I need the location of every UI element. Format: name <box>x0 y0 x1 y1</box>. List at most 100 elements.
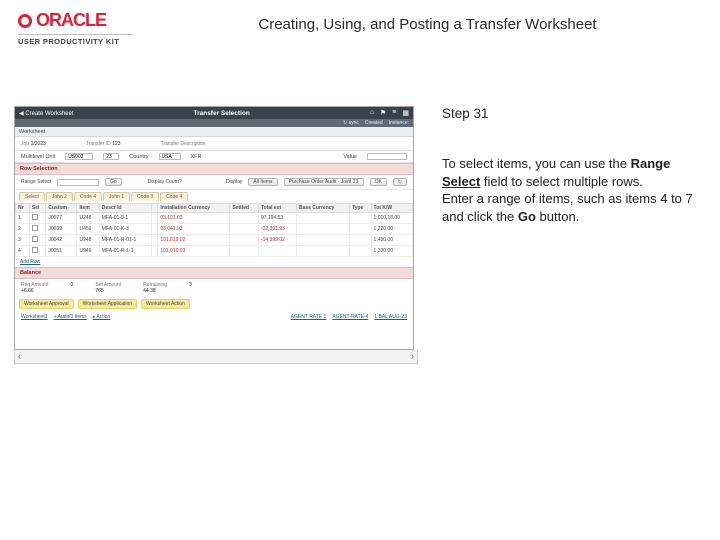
app-subbar: ↻ sync Created Instance: <box>15 119 413 127</box>
footer-links: Worksheet1 + Audit/3 Items ▸ Action AGEN… <box>15 311 413 323</box>
link-worksheet1[interactable]: Worksheet1 <box>21 314 48 320</box>
row-checkbox[interactable] <box>32 236 38 242</box>
oracle-logo: ORACLE <box>18 10 106 31</box>
mu-input-1[interactable] <box>65 153 93 160</box>
job-value: 1/2023 <box>31 141 46 147</box>
grid-header-row: Nr Sel Custom Item Descr Id Installation… <box>16 204 413 213</box>
req-amount-value: +6.66 <box>21 288 49 294</box>
scroll-left-icon[interactable]: ‹ <box>18 352 21 361</box>
add-row-area: Add Row <box>15 257 413 267</box>
balance-title: Balance <box>15 267 413 279</box>
subbar-sync[interactable]: ↻ sync <box>343 120 359 126</box>
worksheet-action-button[interactable]: Worksheet Action <box>141 299 190 309</box>
col-item[interactable]: Item <box>77 204 99 213</box>
value-input[interactable] <box>367 153 407 160</box>
col-base-curr[interactable]: Base Currency <box>297 204 350 213</box>
worksheet-application-button[interactable]: Worksheet Application <box>78 299 137 309</box>
col-inst-curr[interactable]: Installation Currency <box>158 204 230 213</box>
display-dropdown[interactable]: All Items <box>248 178 277 186</box>
col-settled[interactable]: Settled <box>230 204 259 213</box>
col-custom[interactable]: Custom <box>46 204 77 213</box>
subbar-instance: Instance: <box>389 120 409 126</box>
display-count-label: Display Count? <box>148 179 182 185</box>
transfer-id-label: Transfer ID <box>86 141 111 147</box>
col-blank <box>151 204 158 213</box>
col-sel[interactable]: Sel <box>29 204 45 213</box>
items-count: 0 <box>71 282 74 288</box>
footer-agent-1: AGENT RATE 1 <box>291 314 327 320</box>
totals-row: Req Amount+6.66 0 Set Amount765 Remainin… <box>15 279 413 297</box>
upk-subbrand: USER PRODUCTIVITY KIT <box>18 34 133 46</box>
worksheet-approval-button[interactable]: Worksheet Approval <box>19 299 74 309</box>
col-totkw[interactable]: Tot K/W <box>371 204 412 213</box>
screenshot-panel: ◀ Create Worksheet Transfer Selection ⌂ … <box>14 106 414 350</box>
remaining-value: 44.38 <box>143 288 167 294</box>
breadcrumb-item[interactable]: Worksheet <box>19 129 45 135</box>
link-action[interactable]: ▸ Action <box>93 314 111 320</box>
mu-input-2[interactable] <box>103 153 119 160</box>
flag-icon[interactable]: ⚑ <box>380 109 386 117</box>
job-label: Job <box>21 141 29 147</box>
tab-5[interactable]: Code 3 <box>131 192 159 201</box>
refresh-button[interactable]: ↻ <box>393 178 407 186</box>
page-title: Creating, Using, and Posting a Transfer … <box>133 10 702 33</box>
tab-strip: Select John 2 Code 4 John 1 Code 3 Code … <box>15 190 413 203</box>
tab-4[interactable]: John 1 <box>103 192 130 201</box>
oracle-dot-icon <box>18 14 32 28</box>
app-topbar: ◀ Create Worksheet Transfer Selection ⌂ … <box>15 107 413 119</box>
transfer-id-value: 123 <box>112 141 120 147</box>
footer-agent-2: AGENT-RATE-4 <box>332 314 368 320</box>
row-selection-title: Row Selection <box>15 163 413 175</box>
tab-1[interactable]: Select <box>19 192 45 201</box>
table-row[interactable]: 1 J0077 U248 MFA-01-0-1 03,101.03 97,194… <box>16 213 413 224</box>
row-selection-bar: Range Select Go Display Count? Display A… <box>15 175 413 190</box>
horizontal-scrollbar[interactable]: ‹ › <box>14 350 418 364</box>
value-label: Value <box>343 154 357 160</box>
footer-bal: 1 BAL AUG-23 <box>374 314 407 320</box>
data-grid: Nr Sel Custom Item Descr Id Installation… <box>15 203 413 257</box>
info-row-2: Multilevel Unit Country XFR Value <box>15 151 413 163</box>
row-checkbox[interactable] <box>32 214 38 220</box>
instruction-text: To select items, you can use the Range S… <box>442 155 706 225</box>
tab-2[interactable]: John 2 <box>46 192 73 201</box>
table-row[interactable]: 3 J0042 U948 MFA-01-R-01-1 101,019.02 -1… <box>16 235 413 246</box>
display-label: Display <box>226 179 242 185</box>
oracle-wordmark: ORACLE <box>36 10 106 31</box>
mu-label: Multilevel Unit <box>21 154 55 160</box>
range-select-label: Range Select <box>21 179 51 185</box>
count-value: 3 <box>189 282 192 288</box>
scroll-right-icon[interactable]: › <box>411 352 414 361</box>
table-row[interactable]: 2 J0039 U459 MFA-01-K-3 03,041.93 -02,39… <box>16 224 413 235</box>
audit-dropdown[interactable]: Purchase Order Audit - Joint 23 <box>284 178 364 186</box>
tab-3[interactable]: Code 4 <box>74 192 102 201</box>
grid-icon[interactable]: ▦ <box>402 109 409 117</box>
set-amount-value: 765 <box>95 288 121 294</box>
row-checkbox[interactable] <box>32 247 38 253</box>
subbar-created: Created <box>365 120 383 126</box>
transfer-desc-label: Transfer Description <box>161 141 206 147</box>
back-link[interactable]: ◀ Create Worksheet <box>19 110 74 117</box>
go-button[interactable]: Go <box>105 178 122 186</box>
breadcrumb: Worksheet <box>15 127 413 137</box>
table-row[interactable]: 4 J0051 U949 MFA-01-R-1-1 101,010.03 1,3… <box>16 246 413 257</box>
add-row-link[interactable]: Add Row <box>20 259 40 265</box>
step-label: Step 31 <box>442 106 706 121</box>
country-input[interactable] <box>159 153 181 160</box>
link-audit-items[interactable]: + Audit/3 Items <box>54 314 87 320</box>
ok-button[interactable]: OK <box>370 178 387 186</box>
info-row-1: Job 1/2023 Transfer ID 123 Transfer Desc… <box>15 137 413 151</box>
country-label: Country <box>129 154 148 160</box>
xfr-text: XFR <box>191 154 202 160</box>
col-type[interactable]: Type <box>350 204 371 213</box>
col-descr[interactable]: Descr Id <box>99 204 151 213</box>
home-icon[interactable]: ⌂ <box>370 109 374 117</box>
row-checkbox[interactable] <box>32 225 38 231</box>
action-buttons-row: Worksheet Approval Worksheet Application… <box>15 297 413 311</box>
brand-block: ORACLE USER PRODUCTIVITY KIT <box>18 10 133 46</box>
col-nr[interactable]: Nr <box>16 204 30 213</box>
range-select-input[interactable] <box>57 179 99 186</box>
col-totext[interactable]: Total ext <box>258 204 296 213</box>
tab-6[interactable]: Code 4 <box>160 192 188 201</box>
menu-icon[interactable]: ≡ <box>392 109 396 117</box>
screen-title: Transfer Selection <box>193 110 249 117</box>
